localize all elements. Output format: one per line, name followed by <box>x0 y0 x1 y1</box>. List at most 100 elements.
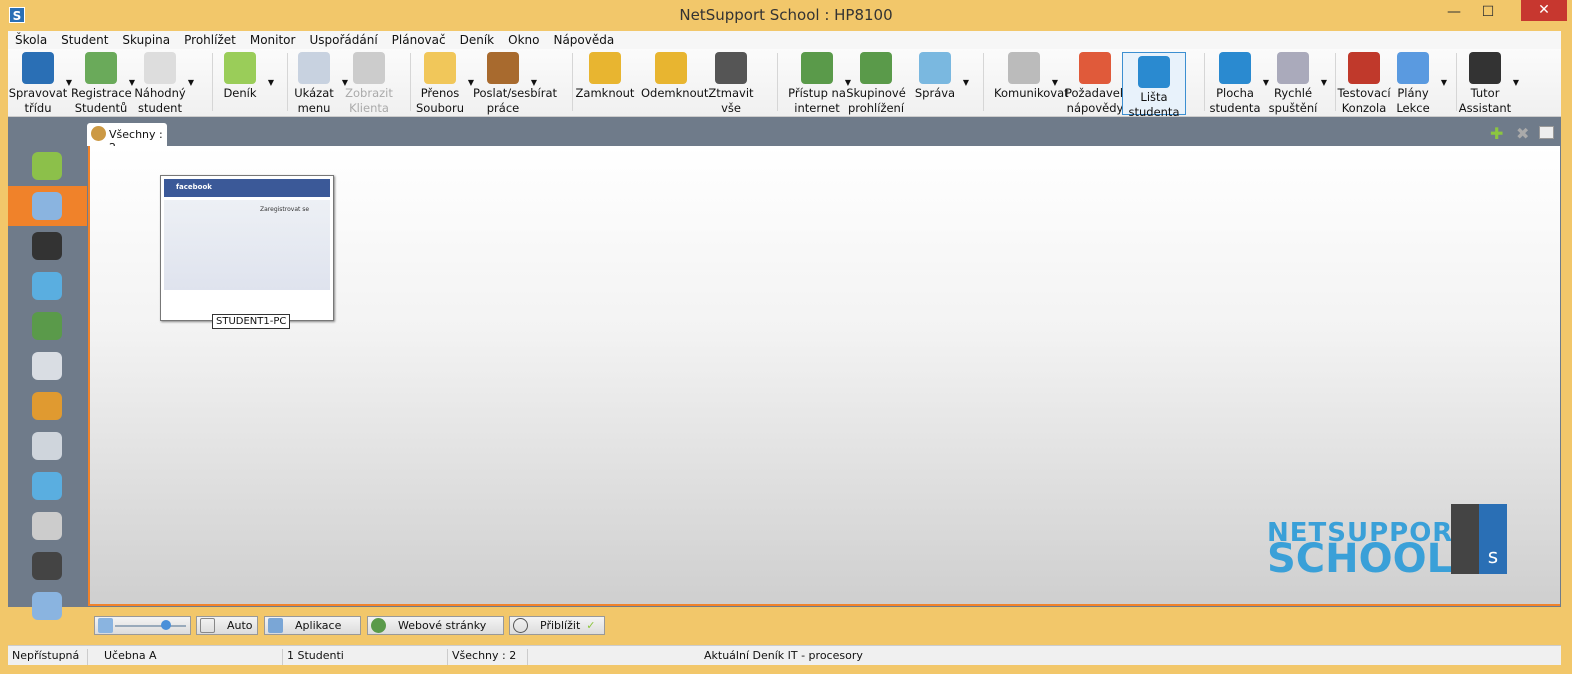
toolbar-separator <box>777 53 778 111</box>
tab-all[interactable]: Všechny : 2 <box>87 123 167 154</box>
sidebar-item-pie-chart[interactable] <box>8 386 87 426</box>
student-thumbnail[interactable]: facebook Zaregistrovat se <box>160 175 334 321</box>
status-journal: Aktuální Deník IT - procesory <box>704 649 863 662</box>
toolbar-button-globe-lock[interactable]: Přístup na internet ▼ <box>785 49 851 115</box>
dropdown-arrow-icon[interactable]: ▼ <box>1321 75 1327 90</box>
sidebar-item-printer[interactable] <box>8 426 87 466</box>
manage-class-icon <box>22 52 54 84</box>
sidebar-item-users[interactable] <box>8 466 87 506</box>
menu-8[interactable]: Okno <box>501 31 546 49</box>
toolbar-button-monitor-blank[interactable]: Ztmavit vše <box>699 49 763 115</box>
dropdown-arrow-icon[interactable]: ▼ <box>1513 75 1519 90</box>
thumbnails-icon <box>32 192 62 220</box>
toolbar-button-manage-class[interactable]: Spravovat třídu ▼ <box>6 49 72 115</box>
desktop-icon <box>1219 52 1251 84</box>
toolbar-button-globe-hand[interactable]: Skupinové prohlížení <box>844 49 908 115</box>
sidebar-item-cd-rom[interactable] <box>8 506 87 546</box>
toolbar-label: Registrace Studentů <box>71 86 132 115</box>
dropdown-arrow-icon[interactable]: ▼ <box>963 75 969 90</box>
computer-icon <box>919 52 951 84</box>
toolbar-label: Odemknout <box>641 86 709 100</box>
apps-label: Aplikace <box>295 619 342 632</box>
menu-3[interactable]: Prohlížet <box>177 31 243 49</box>
tablet-icon <box>1469 52 1501 84</box>
dropdown-arrow-icon[interactable]: ▼ <box>268 75 274 90</box>
menu-9[interactable]: Nápověda <box>546 31 621 49</box>
sidebar <box>8 146 87 620</box>
toolbar-button-student-bar[interactable]: Lišta studenta <box>1122 52 1186 119</box>
toolbar-button-journal[interactable]: Deník ▼ <box>208 49 274 115</box>
toolbar-button-computer[interactable]: Správa ▼ <box>903 49 969 115</box>
keyboard-icon <box>32 552 62 580</box>
test-console-icon <box>1348 52 1380 84</box>
toolbar-button-view-client[interactable]: Zobrazit Klienta <box>337 49 401 115</box>
toolbar-label: Spravovat třídu <box>8 86 68 115</box>
toolbar-label: Deník <box>223 86 257 100</box>
auto-button[interactable]: Auto <box>196 616 258 635</box>
toolbar-button-lifebuoy[interactable]: Požadavek nápovědy▼ <box>1063 49 1129 115</box>
menu-2[interactable]: Skupina <box>115 31 177 49</box>
thumbnail-size-slider[interactable] <box>94 616 191 635</box>
lock-icon <box>589 52 621 84</box>
menu-0[interactable]: Škola <box>8 31 54 49</box>
sidebar-item-help[interactable] <box>8 266 87 306</box>
menu-5[interactable]: Uspořádání <box>302 31 384 49</box>
puzzle-icon <box>1397 52 1429 84</box>
toolbar-label: Komunikovat <box>994 86 1069 100</box>
menu-1[interactable]: Student <box>54 31 115 49</box>
dropdown-arrow-icon[interactable]: ▼ <box>188 75 194 90</box>
dropdown-arrow-icon[interactable]: ▼ <box>1052 75 1058 90</box>
menu-4[interactable]: Monitor <box>243 31 303 49</box>
close-button[interactable]: ✕ <box>1521 0 1567 21</box>
toolbar-button-puzzle[interactable]: Plány Lekce ▼ <box>1381 49 1447 115</box>
menu-7[interactable]: Deník <box>453 31 502 49</box>
toolbar-label: Náhodný student <box>134 86 186 115</box>
sidebar-item-home[interactable] <box>8 146 87 186</box>
websites-button[interactable]: Webové stránky <box>367 616 504 635</box>
headphones-icon <box>32 232 62 260</box>
minimize-button[interactable]: — <box>1442 4 1466 20</box>
toolbar-label: Poslat/sesbírat práce <box>473 86 558 115</box>
unlock-icon <box>655 52 687 84</box>
toolbar-button-desktop[interactable]: Plocha studenta ▼ <box>1203 49 1269 115</box>
toolbar-label: Lišta studenta <box>1128 90 1180 119</box>
sidebar-item-headphones[interactable] <box>8 226 87 266</box>
zoom-button[interactable]: Přiblížit ✓ <box>509 616 605 635</box>
thumb-screen: Zaregistrovat se <box>164 200 330 290</box>
toolbar-button-dice[interactable]: Náhodný student ▼ <box>128 49 194 115</box>
dropdown-arrow-icon[interactable]: ▼ <box>1441 75 1447 90</box>
register-students-icon <box>85 52 117 84</box>
sidebar-item-keyboard[interactable] <box>8 546 87 586</box>
close-tab-icon[interactable]: ✖ <box>1516 124 1529 143</box>
toolbar-button-chat[interactable]: Komunikovat ▼ <box>992 49 1069 115</box>
status-students: 1 Studenti <box>283 649 448 665</box>
toolbar-button-register-students[interactable]: Registrace Studentů ▼ <box>69 49 135 115</box>
pie-chart-icon <box>32 392 62 420</box>
sidebar-item-applications[interactable] <box>8 346 87 386</box>
users-icon <box>32 472 62 500</box>
toolbar-button-tablet[interactable]: Tutor Assistant ▼ <box>1453 49 1519 115</box>
toolbar-button-unlock[interactable]: Odemknout <box>639 49 709 115</box>
maximize-button[interactable]: ☐ <box>1476 4 1500 20</box>
menu-6[interactable]: Plánovač <box>385 31 453 49</box>
home-icon <box>32 152 62 180</box>
toolbar-label: Přístup na internet <box>788 86 846 115</box>
window-title: NetSupport School : HP8100 <box>679 6 893 24</box>
applications-button[interactable]: Aplikace <box>264 616 361 635</box>
toolbar-button-file-transfer[interactable]: Přenos Souboru ▼ <box>408 49 474 115</box>
add-tab-icon[interactable]: ✚ <box>1490 124 1503 143</box>
sidebar-item-chart[interactable] <box>8 586 87 626</box>
sidebar-item-thumbnails[interactable] <box>8 186 87 226</box>
toolbar-label: Správa <box>914 86 956 100</box>
toolbar-button-rocket[interactable]: Rychlé spuštění ▼ <box>1261 49 1327 115</box>
dropdown-arrow-icon[interactable]: ▼ <box>531 75 537 90</box>
toolbar-label: Plocha studenta <box>1209 86 1261 115</box>
view-options-icon[interactable] <box>1539 126 1554 139</box>
student-name[interactable]: STUDENT1-PC <box>212 314 291 329</box>
toolbar-button-briefcase[interactable]: Poslat/sesbírat práce ▼ <box>471 49 558 115</box>
journal-icon <box>224 52 256 84</box>
sidebar-item-globe[interactable] <box>8 306 87 346</box>
toolbar-button-lock[interactable]: Zamknout <box>573 49 637 115</box>
application-icon <box>268 618 283 633</box>
grid-icon <box>200 618 215 633</box>
